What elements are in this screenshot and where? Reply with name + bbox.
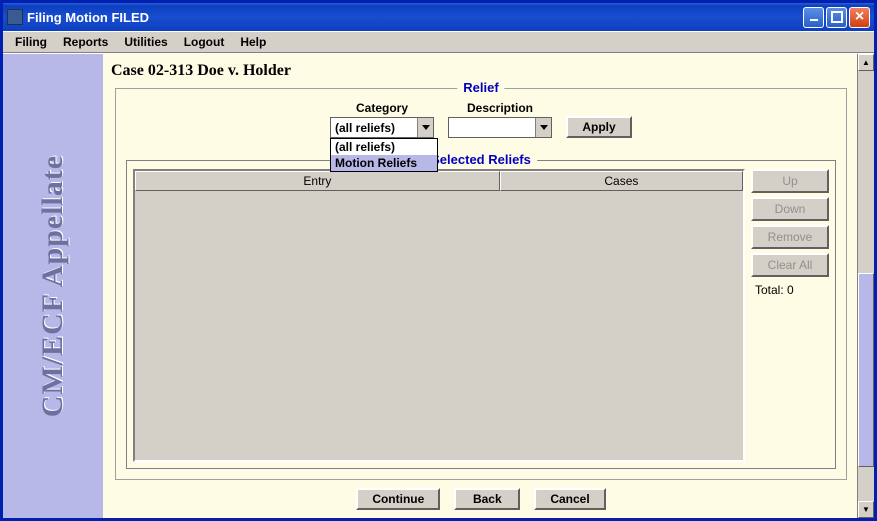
down-button[interactable]: Down [751, 197, 829, 221]
menu-logout[interactable]: Logout [176, 33, 233, 51]
category-option-all-reliefs[interactable]: (all reliefs) [331, 139, 437, 155]
footer-buttons: Continue Back Cancel [109, 480, 853, 512]
menu-utilities[interactable]: Utilities [116, 33, 175, 51]
chevron-down-icon[interactable] [417, 118, 433, 137]
table-header: Entry Cases [135, 171, 743, 191]
up-button[interactable]: Up [751, 169, 829, 193]
total-label: Total: 0 [751, 281, 829, 297]
chevron-down-icon[interactable] [535, 118, 551, 137]
app-window: Filing Motion FILED Filing Reports Utili… [0, 0, 877, 521]
app-icon [7, 9, 23, 25]
cancel-button[interactable]: Cancel [534, 488, 605, 510]
main-panel: Case 02-313 Doe v. Holder Relief Categor… [103, 54, 857, 518]
menu-help[interactable]: Help [232, 33, 274, 51]
selected-reliefs-legend: Selected Reliefs [425, 152, 537, 167]
table-body [135, 191, 743, 460]
window-title: Filing Motion FILED [27, 10, 803, 25]
maximize-button[interactable] [826, 7, 847, 28]
continue-button[interactable]: Continue [356, 488, 440, 510]
column-entry[interactable]: Entry [135, 171, 500, 191]
apply-button[interactable]: Apply [566, 116, 632, 138]
description-dropdown[interactable] [448, 117, 552, 138]
minimize-button[interactable] [803, 7, 824, 28]
remove-button[interactable]: Remove [751, 225, 829, 249]
close-button[interactable] [849, 7, 870, 28]
scroll-track[interactable] [858, 71, 874, 501]
scroll-down-button[interactable]: ▼ [858, 501, 874, 518]
category-dropdown-value: (all reliefs) [331, 121, 417, 135]
column-cases[interactable]: Cases [500, 171, 743, 191]
scroll-up-button[interactable]: ▲ [858, 54, 874, 71]
relief-legend: Relief [457, 80, 504, 95]
sidebar-brand: CM/ECF Appellate [36, 155, 70, 417]
reliefs-side-buttons: Up Down Remove Clear All Total: 0 [751, 169, 829, 462]
clear-all-button[interactable]: Clear All [751, 253, 829, 277]
menu-reports[interactable]: Reports [55, 33, 116, 51]
menu-filing[interactable]: Filing [7, 33, 55, 51]
back-button[interactable]: Back [454, 488, 520, 510]
sidebar: CM/ECF Appellate [3, 54, 103, 518]
category-option-motion-reliefs[interactable]: Motion Reliefs [331, 155, 437, 171]
selected-reliefs-fieldset: Selected Reliefs Entry Cases Up Down [126, 160, 836, 469]
category-label: Category [356, 101, 408, 115]
content: CM/ECF Appellate Case 02-313 Doe v. Hold… [3, 53, 874, 518]
titlebar: Filing Motion FILED [3, 3, 874, 31]
reliefs-table: Entry Cases [133, 169, 745, 462]
menubar: Filing Reports Utilities Logout Help [3, 31, 874, 53]
relief-controls: Category (all reliefs) (all reliefs) Mot… [126, 97, 836, 138]
scroll-thumb[interactable] [858, 273, 874, 467]
vertical-scrollbar[interactable]: ▲ ▼ [857, 54, 874, 518]
category-dropdown[interactable]: (all reliefs) (all reliefs) Motion Relie… [330, 117, 434, 138]
category-dropdown-list: (all reliefs) Motion Reliefs [330, 138, 438, 172]
description-label: Description [467, 101, 533, 115]
relief-fieldset: Relief Category (all reliefs) (all relie… [115, 88, 847, 480]
